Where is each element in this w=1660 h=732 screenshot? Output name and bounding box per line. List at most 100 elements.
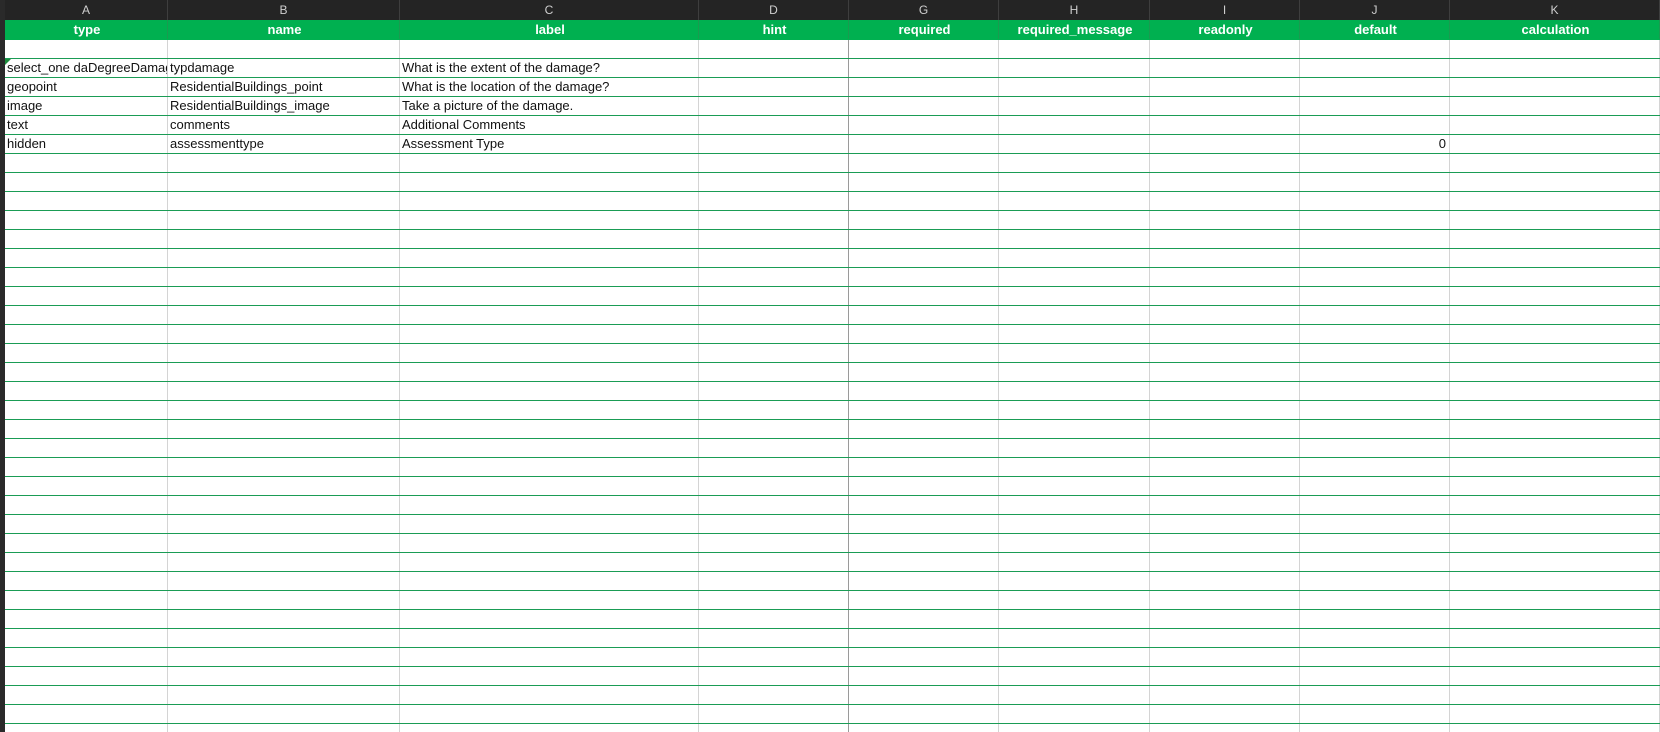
cell[interactable] bbox=[400, 667, 699, 685]
cell[interactable] bbox=[1150, 40, 1300, 58]
cell[interactable] bbox=[849, 59, 999, 77]
cell[interactable]: assessmenttype bbox=[168, 135, 400, 153]
cell[interactable] bbox=[5, 515, 168, 533]
cell[interactable] bbox=[1300, 686, 1450, 704]
cell[interactable] bbox=[999, 477, 1150, 495]
cell[interactable] bbox=[5, 591, 168, 609]
cell[interactable] bbox=[849, 667, 999, 685]
cell[interactable] bbox=[699, 629, 849, 647]
cell[interactable] bbox=[168, 230, 400, 248]
cell[interactable] bbox=[168, 382, 400, 400]
cell[interactable] bbox=[1150, 705, 1300, 723]
cell[interactable] bbox=[1150, 610, 1300, 628]
cell[interactable] bbox=[999, 686, 1150, 704]
cell[interactable] bbox=[1300, 154, 1450, 172]
cell[interactable] bbox=[168, 154, 400, 172]
cell[interactable] bbox=[699, 705, 849, 723]
header-cell-hint[interactable]: hint bbox=[699, 20, 849, 39]
cell[interactable] bbox=[168, 268, 400, 286]
cell[interactable] bbox=[849, 515, 999, 533]
cell[interactable] bbox=[699, 515, 849, 533]
cell[interactable] bbox=[1450, 458, 1660, 476]
cell[interactable] bbox=[168, 534, 400, 552]
cell[interactable] bbox=[1300, 724, 1450, 732]
cell[interactable] bbox=[5, 610, 168, 628]
cell[interactable] bbox=[1150, 363, 1300, 381]
cell[interactable] bbox=[5, 173, 168, 191]
cell[interactable] bbox=[400, 230, 699, 248]
cell[interactable] bbox=[168, 591, 400, 609]
cell[interactable] bbox=[999, 97, 1150, 115]
cell[interactable] bbox=[400, 268, 699, 286]
cell[interactable] bbox=[5, 705, 168, 723]
cell[interactable] bbox=[400, 591, 699, 609]
cell[interactable] bbox=[1150, 458, 1300, 476]
cell-grid[interactable]: type name label hint required required_messag… bbox=[5, 20, 1660, 732]
cell[interactable] bbox=[1300, 458, 1450, 476]
cell[interactable] bbox=[400, 325, 699, 343]
cell[interactable] bbox=[5, 686, 168, 704]
cell[interactable]: What is the extent of the damage? bbox=[400, 59, 699, 77]
cell[interactable] bbox=[1300, 211, 1450, 229]
cell[interactable] bbox=[1450, 553, 1660, 571]
cell[interactable] bbox=[400, 629, 699, 647]
cell[interactable] bbox=[849, 591, 999, 609]
cell[interactable] bbox=[168, 363, 400, 381]
cell[interactable] bbox=[168, 439, 400, 457]
cell[interactable] bbox=[1300, 173, 1450, 191]
cell[interactable] bbox=[1450, 173, 1660, 191]
cell[interactable] bbox=[849, 572, 999, 590]
cell[interactable] bbox=[1300, 439, 1450, 457]
cell[interactable] bbox=[849, 401, 999, 419]
cell[interactable] bbox=[699, 553, 849, 571]
cell[interactable] bbox=[1450, 496, 1660, 514]
cell[interactable] bbox=[5, 154, 168, 172]
cell[interactable] bbox=[999, 629, 1150, 647]
header-cell-required[interactable]: required bbox=[849, 20, 999, 39]
cell[interactable] bbox=[1450, 401, 1660, 419]
cell[interactable] bbox=[400, 553, 699, 571]
cell[interactable] bbox=[400, 496, 699, 514]
column-letter-c[interactable]: C bbox=[400, 0, 699, 20]
column-letter-h[interactable]: H bbox=[999, 0, 1150, 20]
cell[interactable] bbox=[1300, 610, 1450, 628]
cell[interactable] bbox=[1150, 686, 1300, 704]
cell[interactable] bbox=[1150, 59, 1300, 77]
cell[interactable] bbox=[1150, 477, 1300, 495]
cell[interactable] bbox=[1300, 667, 1450, 685]
cell[interactable] bbox=[168, 458, 400, 476]
cell[interactable] bbox=[999, 572, 1150, 590]
cell[interactable] bbox=[5, 325, 168, 343]
cell[interactable] bbox=[1150, 515, 1300, 533]
cell[interactable] bbox=[400, 192, 699, 210]
cell[interactable] bbox=[1150, 344, 1300, 362]
cell[interactable] bbox=[699, 116, 849, 134]
cell[interactable]: geopoint bbox=[5, 78, 168, 96]
cell[interactable] bbox=[1300, 401, 1450, 419]
cell[interactable] bbox=[699, 59, 849, 77]
cell[interactable] bbox=[849, 534, 999, 552]
cell[interactable] bbox=[1450, 211, 1660, 229]
cell[interactable] bbox=[1150, 667, 1300, 685]
cell[interactable] bbox=[168, 477, 400, 495]
cell[interactable] bbox=[1150, 553, 1300, 571]
cell[interactable] bbox=[1300, 591, 1450, 609]
cell[interactable] bbox=[999, 648, 1150, 666]
cell[interactable] bbox=[168, 648, 400, 666]
cell[interactable] bbox=[999, 135, 1150, 153]
spreadsheet[interactable]: ABCDGHIJK type name label hint required requi… bbox=[0, 0, 1660, 732]
cell[interactable] bbox=[999, 534, 1150, 552]
cell[interactable] bbox=[1450, 648, 1660, 666]
cell[interactable] bbox=[1450, 363, 1660, 381]
cell[interactable] bbox=[1150, 724, 1300, 732]
cell[interactable] bbox=[1300, 705, 1450, 723]
cell[interactable] bbox=[5, 572, 168, 590]
cell[interactable] bbox=[400, 420, 699, 438]
cell[interactable]: Take a picture of the damage. bbox=[400, 97, 699, 115]
cell[interactable] bbox=[999, 78, 1150, 96]
cell[interactable] bbox=[168, 515, 400, 533]
cell[interactable] bbox=[1150, 211, 1300, 229]
cell[interactable] bbox=[999, 325, 1150, 343]
header-cell-default[interactable]: default bbox=[1300, 20, 1450, 39]
cell[interactable] bbox=[400, 610, 699, 628]
